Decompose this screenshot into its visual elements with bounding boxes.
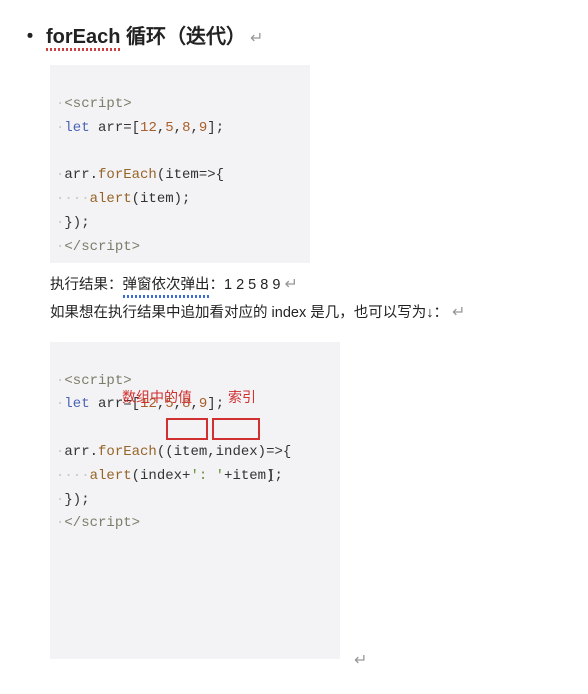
heading: ・ forEach 循环（迭代）↵ <box>20 20 578 49</box>
redbox-index <box>212 418 260 440</box>
code: , <box>207 444 215 460</box>
string: ': ' <box>190 468 224 484</box>
annotation-index: 索引 <box>228 386 256 410</box>
heading-title: forEach <box>46 26 120 49</box>
trailing-mark: ↵ <box>350 647 578 674</box>
fn: alert <box>90 191 132 207</box>
bullet-icon: ・ <box>20 26 40 48</box>
result-text-1: 执行结果：弹窗依次弹出：1 2 5 8 9↵ <box>50 271 578 298</box>
code: }); <box>64 492 89 508</box>
code: ]; <box>207 120 224 136</box>
code: arr. <box>64 444 98 460</box>
carriage-icon: ↵ <box>452 304 465 321</box>
fn: alert <box>90 468 132 484</box>
code: (index+ <box>132 468 191 484</box>
code: +item); <box>224 468 283 484</box>
ws: ···· <box>56 191 90 207</box>
tag-close: </script> <box>64 239 140 255</box>
heading-rest: 循环（迭代） <box>120 26 246 48</box>
tag-close: </script> <box>64 515 140 531</box>
redbox-item <box>166 418 208 440</box>
code: (item=>{ <box>157 167 224 183</box>
ws: ···· <box>56 468 90 484</box>
carriage-icon: ↵ <box>284 276 297 293</box>
text: ：1 2 5 8 9 <box>210 277 281 293</box>
code: , <box>157 120 165 136</box>
carriage-icon: ↵ <box>250 30 263 47</box>
code: (item); <box>132 191 191 207</box>
ws: · <box>56 515 64 531</box>
num: 5 <box>165 120 173 136</box>
annotation-value: 数组中的值 <box>122 386 192 410</box>
fn: forEach <box>98 167 157 183</box>
result-text-2: 如果想在执行结果中追加看对应的 index 是几，也可以写为↓：↵ <box>50 299 578 326</box>
code: , <box>190 120 198 136</box>
code: ]; <box>207 396 224 412</box>
code: (( <box>157 444 174 460</box>
code: arr. <box>64 167 98 183</box>
code-block-2: ·<script> ·let arr=[12,5,8,9]; ·arr.forE… <box>50 342 340 659</box>
param-index: index <box>216 444 258 460</box>
fn: forEach <box>98 444 157 460</box>
tag-open: <script> <box>64 96 131 112</box>
carriage-icon: ↵ <box>354 652 367 669</box>
code-block-1: ·<script> ·let arr=[12,5,8,9]; ·arr.forE… <box>50 65 310 263</box>
keyword: let <box>64 396 89 412</box>
text-squiggle: 弹窗依次弹出 <box>123 273 210 298</box>
code: arr=[ <box>90 120 140 136</box>
num: 12 <box>140 120 157 136</box>
keyword: let <box>64 120 89 136</box>
text-cursor-icon: I <box>268 460 274 491</box>
text: 如果想在执行结果中追加看对应的 index 是几，也可以写为↓： <box>50 305 448 321</box>
code: , <box>174 120 182 136</box>
text: 执行结果： <box>50 277 123 293</box>
code: )=>{ <box>258 444 292 460</box>
code: }); <box>64 215 89 231</box>
param-item: item <box>174 444 208 460</box>
